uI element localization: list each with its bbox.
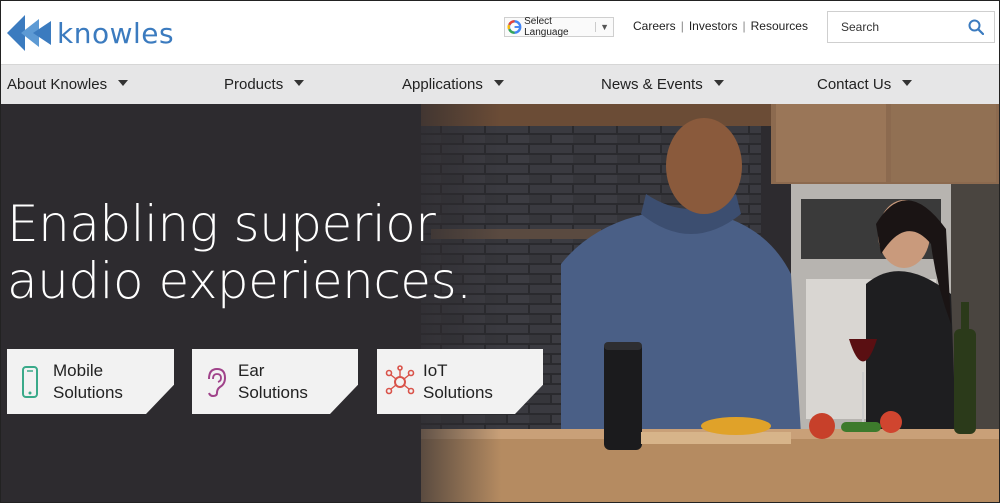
nav-item-contact-us[interactable]: Contact Us (817, 76, 913, 93)
iot-solutions-card[interactable]: IoT Solutions (377, 349, 543, 414)
logo-text: knowles (57, 16, 175, 50)
nav-item-applications[interactable]: Applications (402, 76, 504, 93)
main-nav: About Knowles Products Applications News… (1, 64, 999, 104)
nav-item-products[interactable]: Products (224, 76, 305, 93)
language-selector[interactable]: Select Language ▼ (504, 16, 614, 38)
link-separator: | (742, 19, 746, 33)
search-placeholder: Search (841, 20, 880, 34)
card-label-line1: Mobile (53, 360, 104, 380)
card-label: Mobile Solutions (53, 360, 123, 404)
caret-down-icon (713, 79, 724, 86)
card-label-line1: Ear (238, 360, 265, 380)
nav-item-label: News & Events (601, 76, 703, 93)
caret-down-icon (902, 79, 913, 86)
caret-down-icon (118, 79, 129, 86)
search-input[interactable]: Search (827, 11, 995, 43)
nav-item-news-events[interactable]: News & Events (601, 76, 724, 93)
site-header: knowles Select Language ▼ Careers | Inve… (1, 1, 999, 64)
careers-link[interactable]: Careers (633, 19, 676, 33)
page-frame: knowles Select Language ▼ Careers | Inve… (0, 0, 1000, 503)
resources-link[interactable]: Resources (751, 19, 808, 33)
card-label-line2: Solutions (423, 382, 493, 402)
language-selector-label: Select Language (524, 16, 569, 38)
card-label: IoT Solutions (423, 360, 493, 404)
nav-item-label: About Knowles (7, 76, 108, 93)
card-label-line2: Solutions (238, 382, 308, 402)
link-separator: | (680, 19, 684, 33)
ear-solutions-card[interactable]: Ear Solutions (192, 349, 358, 414)
mobile-solutions-card[interactable]: Mobile Solutions (7, 349, 174, 414)
search-icon[interactable] (968, 19, 984, 35)
iot-network-icon (385, 365, 415, 399)
google-icon (507, 20, 522, 34)
knowles-logo-mark-icon (7, 15, 51, 51)
top-links: Careers | Investors | Resources (633, 19, 808, 33)
nav-item-label: Contact Us (817, 76, 892, 93)
card-label: Ear Solutions (238, 360, 308, 404)
card-label-line1: IoT (423, 360, 448, 380)
nav-item-label: Applications (402, 76, 483, 93)
caret-down-icon (294, 79, 305, 86)
ear-icon (200, 365, 230, 399)
nav-item-label: Products (224, 76, 284, 93)
card-label-line2: Solutions (53, 382, 123, 402)
hero-headline: Enabling superior audio experiences. (7, 196, 472, 310)
knowles-logo[interactable]: knowles (7, 13, 174, 53)
hero-headline-line2: audio experiences. (7, 252, 472, 310)
hero-banner: Enabling superior audio experiences. Mob… (1, 104, 999, 502)
mobile-phone-icon (15, 365, 45, 399)
caret-down-icon (493, 79, 504, 86)
hero-headline-line1: Enabling superior (7, 195, 436, 253)
nav-item-about-knowles[interactable]: About Knowles (7, 76, 129, 93)
dropdown-arrow-icon: ▼ (595, 22, 609, 32)
investors-link[interactable]: Investors (689, 19, 738, 33)
